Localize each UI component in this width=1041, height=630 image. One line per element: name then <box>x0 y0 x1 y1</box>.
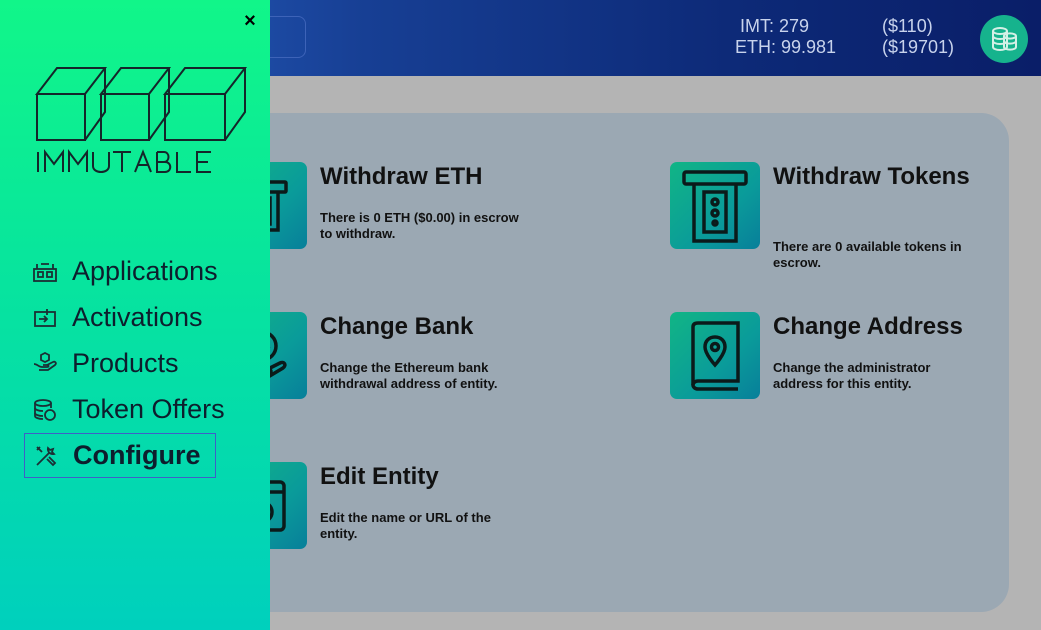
applications-icon <box>32 259 58 285</box>
card-description: Change the Ethereum bank withdrawal addr… <box>320 360 498 391</box>
card-title: Change Address <box>773 313 963 340</box>
card-title: Withdraw Tokens <box>773 163 970 190</box>
cubes-logo-icon <box>34 67 248 173</box>
eth-balance: ETH: 99.981 <box>735 37 837 57</box>
products-icon <box>32 351 58 377</box>
nav-item-label: Activations <box>72 302 203 332</box>
withdraw-tokens-tile[interactable] <box>670 162 760 249</box>
nav-item-applications[interactable]: Applications <box>24 249 218 294</box>
nav-item-label: Applications <box>72 256 218 286</box>
card-title: Edit Entity <box>320 463 439 490</box>
card-description: Edit the name or URL of the entity. <box>320 510 491 541</box>
wallet-button[interactable] <box>980 15 1028 63</box>
nav-item-activations[interactable]: Activations <box>24 295 203 340</box>
immutable-logo <box>33 64 249 180</box>
address-book-icon <box>691 320 740 391</box>
atm-withdraw-icon <box>682 169 748 243</box>
configure-panel: Withdraw ETH There is 0 ETH ($0.00) in e… <box>217 113 1009 612</box>
card-title: Withdraw ETH <box>320 163 483 190</box>
nav-item-configure[interactable]: Configure <box>24 433 216 478</box>
card-description: There are 0 available tokens in escrow. <box>773 239 962 270</box>
imt-usd-value: ($110) <box>882 16 933 36</box>
coin-stack-icon <box>992 27 1017 52</box>
token-offers-icon <box>32 397 58 423</box>
nav-item-label: Configure <box>73 440 201 470</box>
nav-item-label: Token Offers <box>72 394 225 424</box>
eth-usd-value: ($19701) <box>882 37 955 57</box>
close-drawer-button[interactable]: × <box>239 10 261 32</box>
card-description: There is 0 ETH ($0.00) in escrow to with… <box>320 210 519 241</box>
nav-item-products[interactable]: Products <box>24 341 179 386</box>
imt-balance: IMT: 279 <box>740 16 810 36</box>
activations-icon <box>32 305 58 331</box>
card-title: Change Bank <box>320 313 474 340</box>
configure-icon <box>33 443 59 469</box>
nav-item-token-offers[interactable]: Token Offers <box>24 387 225 432</box>
nav-item-label: Products <box>72 348 179 378</box>
card-description: Change the administrator address for thi… <box>773 360 931 391</box>
change-address-tile[interactable] <box>670 312 760 399</box>
side-drawer: × Applications Activations Products Toke… <box>0 0 270 630</box>
